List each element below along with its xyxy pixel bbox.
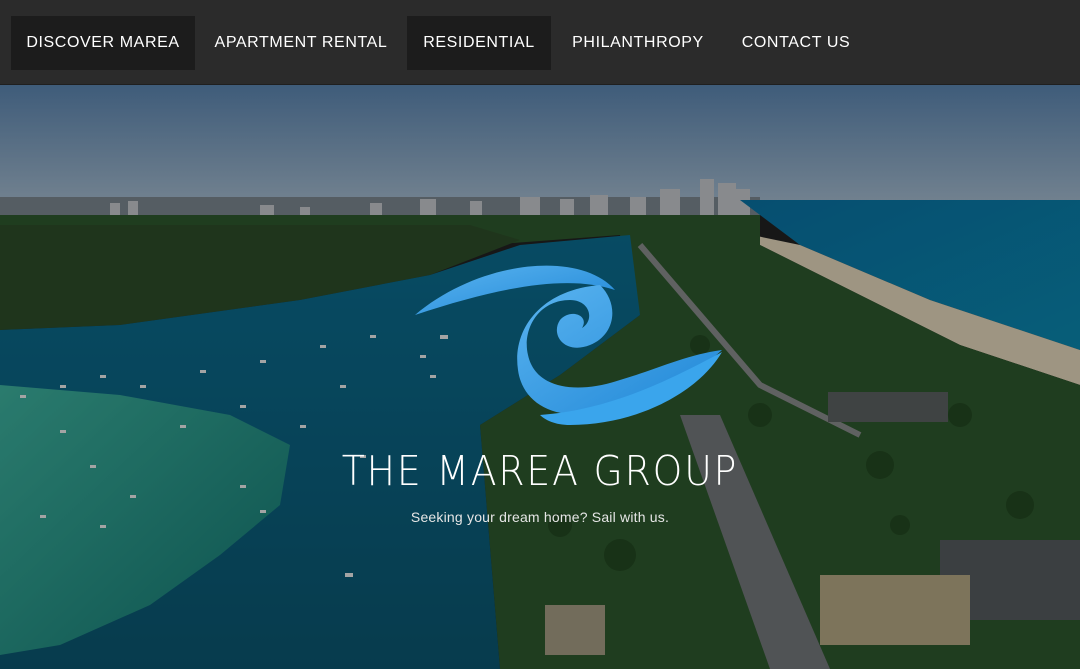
nav-contact-us[interactable]: CONTACT US (726, 16, 866, 70)
nav-philanthropy[interactable]: PHILANTHROPY (560, 16, 716, 70)
hero-tagline: Seeking your dream home? Sail with us. (410, 509, 670, 525)
wave-icon (415, 265, 722, 425)
hero-title: THE MAREA GROUP (341, 447, 739, 495)
nav-residential[interactable]: RESIDENTIAL (407, 16, 551, 70)
nav-discover-marea[interactable]: DISCOVER MAREA (11, 16, 195, 70)
nav-apartment-rental[interactable]: APARTMENT RENTAL (204, 16, 398, 70)
top-navigation: DISCOVER MAREA APARTMENT RENTAL RESIDENT… (0, 0, 1080, 85)
hero-section: THE MAREA GROUP Seeking your dream home?… (0, 85, 1080, 669)
